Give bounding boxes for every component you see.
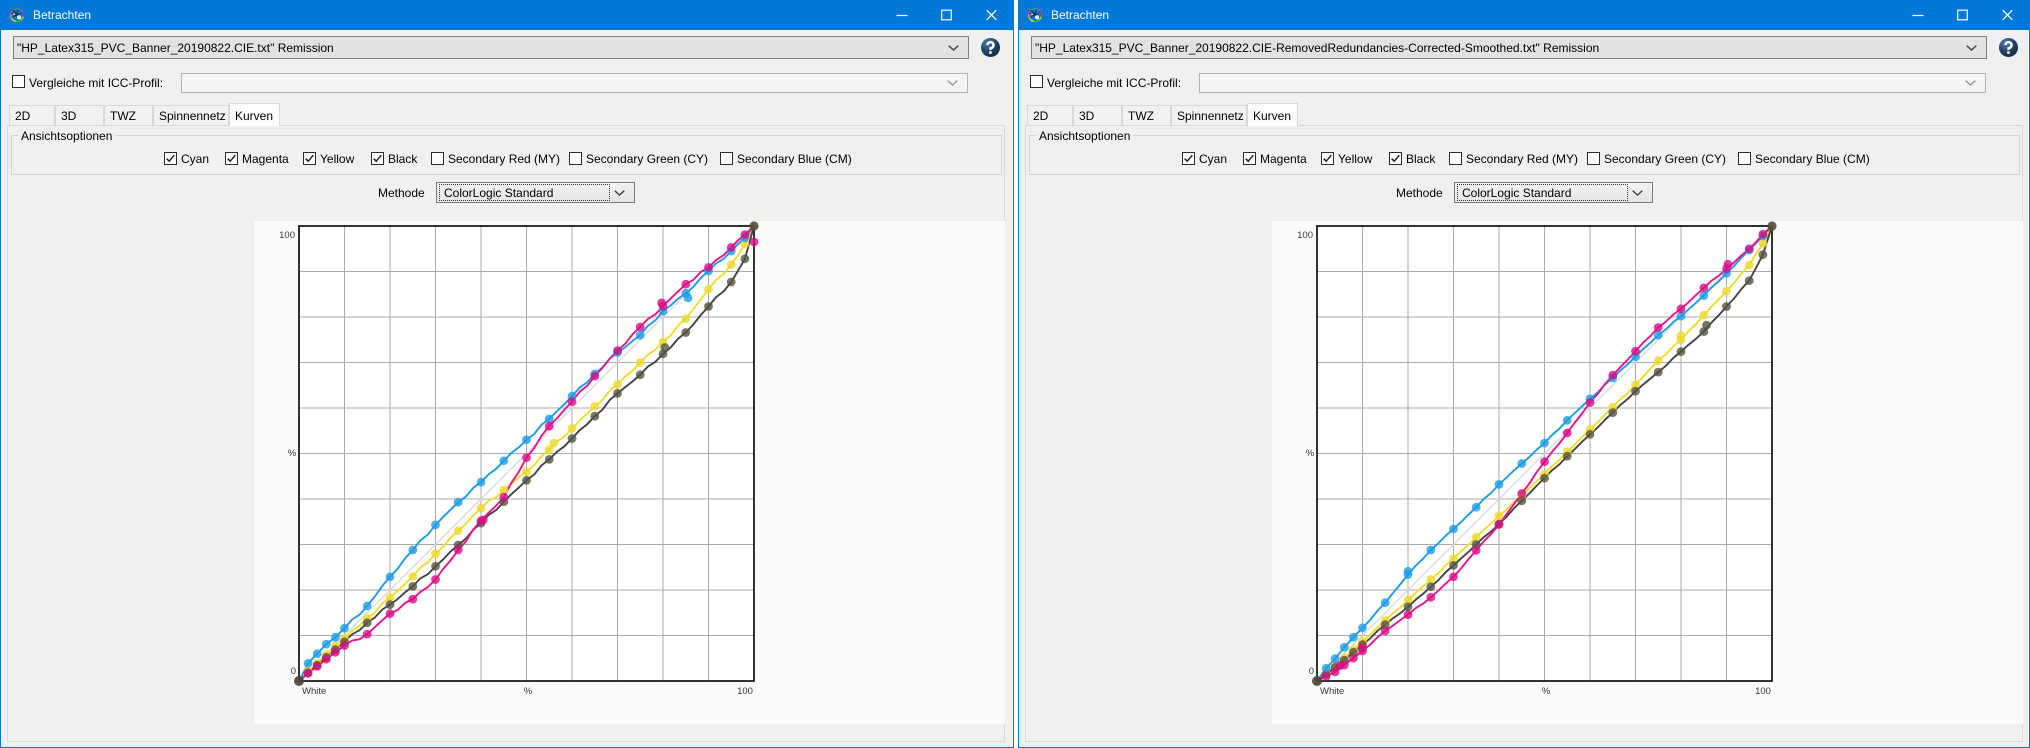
svg-text:100: 100 xyxy=(737,686,753,697)
svg-text:100: 100 xyxy=(1297,230,1313,241)
svg-text:%: % xyxy=(524,686,533,697)
svg-text:%: % xyxy=(1306,448,1315,459)
svg-text:100: 100 xyxy=(1755,686,1771,697)
svg-text:100: 100 xyxy=(279,230,295,241)
svg-text:0: 0 xyxy=(1309,666,1314,677)
svg-text:White: White xyxy=(302,686,326,697)
svg-text:0: 0 xyxy=(291,666,296,677)
svg-text:%: % xyxy=(288,448,297,459)
svg-text:White: White xyxy=(1320,686,1344,697)
svg-text:%: % xyxy=(1542,686,1551,697)
